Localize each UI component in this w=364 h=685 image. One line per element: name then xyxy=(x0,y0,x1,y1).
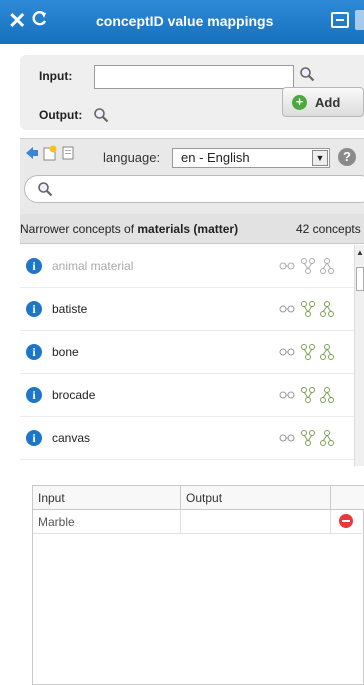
tree-icon[interactable] xyxy=(320,387,334,403)
close-icon[interactable]: ✕ xyxy=(8,10,26,32)
language-label: language: xyxy=(103,150,161,165)
chevron-down-icon[interactable]: ▼ xyxy=(312,150,328,166)
concept-label: batiste xyxy=(52,302,88,316)
hierarchy-icon[interactable] xyxy=(301,301,315,317)
hierarchy-icon[interactable] xyxy=(301,344,315,360)
link-icon[interactable] xyxy=(279,305,295,313)
concept-actions xyxy=(279,387,334,403)
scroll-up-icon[interactable]: ▲ xyxy=(356,248,364,257)
help-icon[interactable]: ? xyxy=(338,148,356,166)
breadcrumb-text: Narrower concepts of materials (matter) xyxy=(20,222,238,236)
link-icon[interactable] xyxy=(279,348,295,356)
list-item[interactable]: i bone xyxy=(20,331,354,374)
table-header: Input Output xyxy=(33,486,364,510)
link-icon[interactable] xyxy=(279,391,295,399)
concept-label: animal material xyxy=(52,259,134,273)
hierarchy-icon[interactable] xyxy=(301,430,315,446)
list-item[interactable]: i canvas xyxy=(20,417,354,460)
language-select[interactable]: en - English ▼ xyxy=(172,148,330,168)
scrollbar-thumb[interactable] xyxy=(356,267,364,291)
refresh-icon[interactable] xyxy=(30,9,50,29)
output-label: Output: xyxy=(39,108,83,122)
column-divider xyxy=(180,486,181,510)
column-header-output[interactable]: Output xyxy=(186,491,222,505)
add-icon: + xyxy=(292,95,307,110)
mappings-table: Input Output Marble xyxy=(32,485,364,685)
window-edge xyxy=(355,10,364,30)
info-icon[interactable]: i xyxy=(26,258,42,274)
concept-toolbar: language: en - English ▼ ? xyxy=(20,139,364,214)
concept-actions xyxy=(279,301,334,317)
title-bar: ✕ conceptID value mappings xyxy=(0,0,364,44)
hierarchy-icon[interactable] xyxy=(301,387,315,403)
info-icon[interactable]: i xyxy=(26,344,42,360)
output-search-icon[interactable] xyxy=(93,107,109,123)
expand-icon[interactable] xyxy=(331,12,349,28)
list-item[interactable]: i brocade xyxy=(20,374,354,417)
column-divider xyxy=(180,510,181,534)
tree-icon[interactable] xyxy=(320,430,334,446)
back-arrow-icon[interactable] xyxy=(24,145,40,161)
concept-actions xyxy=(279,344,334,360)
concept-browser: language: en - English ▼ ? Narrower conc… xyxy=(20,138,364,466)
concept-search-input[interactable] xyxy=(24,175,364,203)
add-button[interactable]: + Add xyxy=(282,87,364,117)
table-row[interactable]: Marble xyxy=(33,510,364,534)
concept-list-scrollbar[interactable]: ▲ xyxy=(354,245,364,466)
breadcrumb: Narrower concepts of materials (matter) … xyxy=(20,214,364,244)
concept-list: i animal material i batiste i bone i bro… xyxy=(20,245,354,465)
concept-actions xyxy=(279,430,334,446)
breadcrumb-prefix: Narrower concepts of xyxy=(20,222,138,236)
mapping-form: Input: Output: + Add xyxy=(20,55,364,130)
link-icon[interactable] xyxy=(279,434,295,442)
column-divider xyxy=(330,486,331,510)
info-icon[interactable]: i xyxy=(26,301,42,317)
list-item[interactable]: i xyxy=(20,460,354,465)
concept-label: bone xyxy=(52,345,79,359)
concept-search-icon xyxy=(38,182,53,197)
concept-actions xyxy=(279,258,334,274)
tree-icon[interactable] xyxy=(320,301,334,317)
hierarchy-icon[interactable] xyxy=(301,258,315,274)
concept-label: canvas xyxy=(52,431,91,445)
input-field[interactable] xyxy=(94,65,294,89)
column-divider xyxy=(330,510,331,534)
input-label: Input: xyxy=(39,69,73,83)
list-item[interactable]: i animal material xyxy=(20,245,354,288)
link-icon[interactable] xyxy=(279,262,295,270)
info-icon[interactable]: i xyxy=(26,430,42,446)
page-title: conceptID value mappings xyxy=(96,13,274,29)
column-header-input[interactable]: Input xyxy=(38,491,65,505)
tree-icon[interactable] xyxy=(320,258,334,274)
concept-count: 42 concepts xyxy=(296,222,361,236)
search-icon[interactable] xyxy=(299,66,315,82)
page-icon[interactable] xyxy=(60,145,76,161)
info-icon[interactable]: i xyxy=(26,387,42,403)
list-item[interactable]: i batiste xyxy=(20,288,354,331)
add-button-label: Add xyxy=(315,95,341,110)
tree-icon[interactable] xyxy=(320,344,334,360)
language-value: en - English xyxy=(181,150,250,165)
cell-input[interactable]: Marble xyxy=(38,515,75,529)
folder-icon[interactable] xyxy=(42,145,58,161)
breadcrumb-term[interactable]: materials (matter) xyxy=(137,222,238,236)
concept-label: brocade xyxy=(52,388,96,402)
remove-icon[interactable] xyxy=(339,514,353,528)
